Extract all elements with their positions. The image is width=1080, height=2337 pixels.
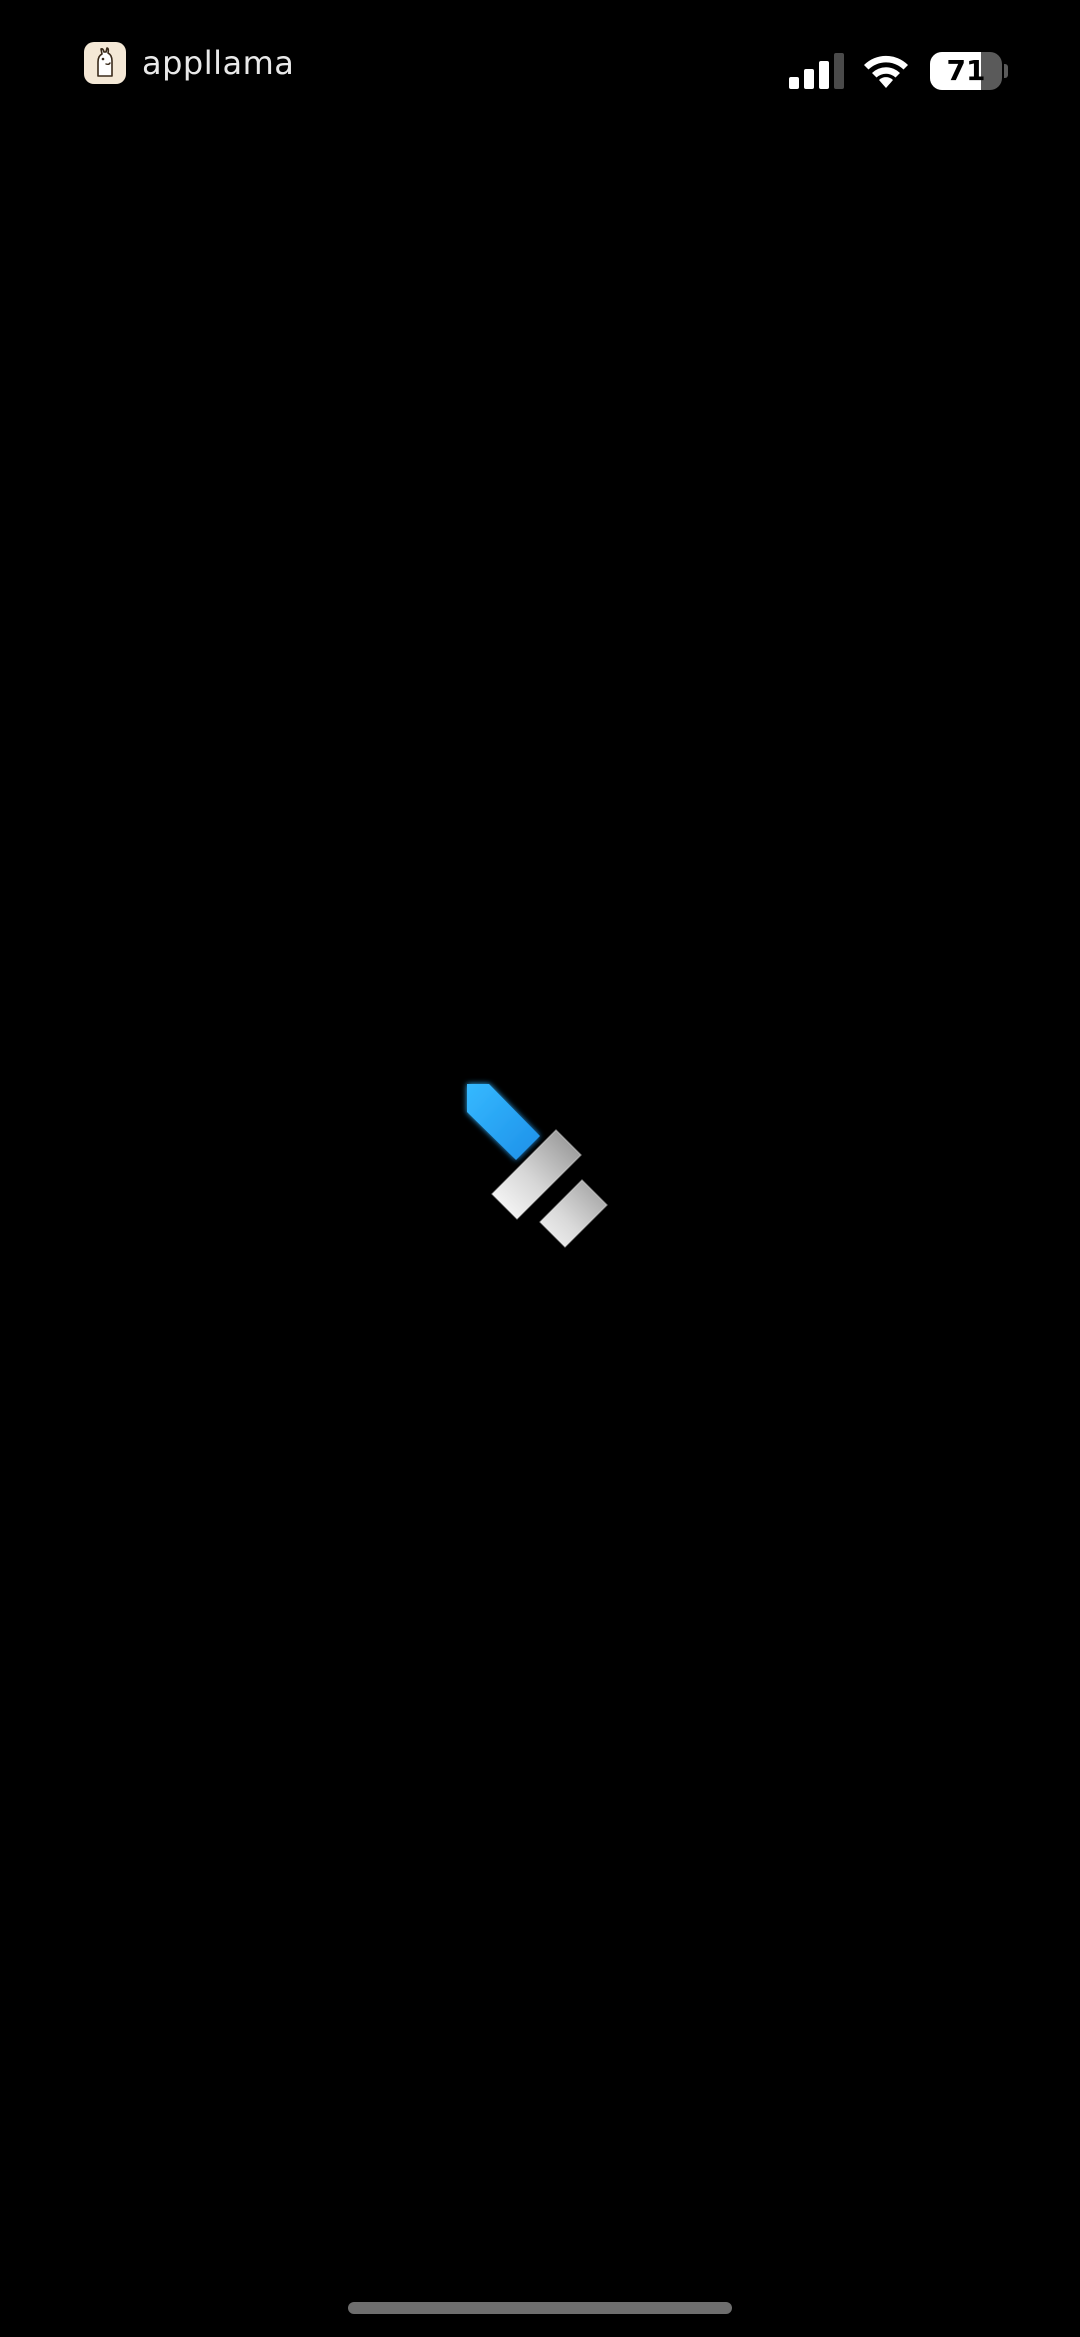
cellular-signal-icon bbox=[789, 53, 844, 89]
battery-body: 71 bbox=[930, 52, 1002, 90]
app-splash-logo-icon bbox=[467, 1084, 609, 1249]
wifi-icon bbox=[864, 55, 908, 88]
battery-cap bbox=[1004, 64, 1008, 78]
logo-silver-bar-short bbox=[538, 1178, 609, 1249]
watermark-text: appllama bbox=[142, 44, 295, 82]
logo-blue-tab bbox=[467, 1084, 540, 1160]
battery-icon: 71 bbox=[930, 52, 1008, 90]
appllama-watermark: appllama bbox=[84, 40, 294, 86]
llama-icon bbox=[84, 42, 126, 84]
status-bar: appllama 71 bbox=[0, 0, 1080, 140]
home-indicator[interactable] bbox=[348, 2302, 732, 2314]
battery-level: 71 bbox=[946, 54, 986, 87]
